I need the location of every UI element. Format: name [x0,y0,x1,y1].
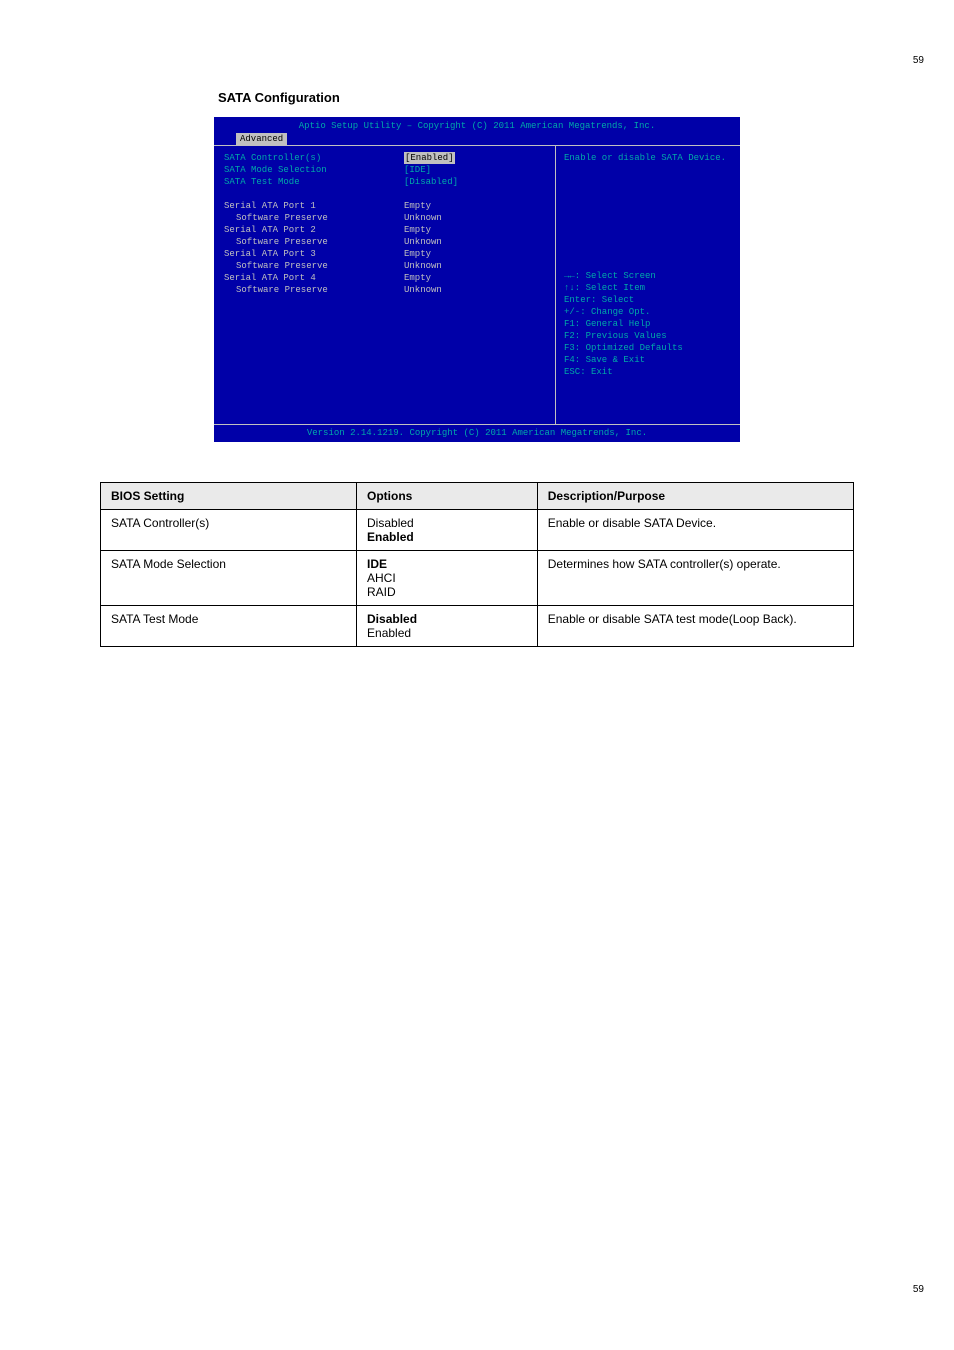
bios-nav-keys: →←: Select Screen↑↓: Select ItemEnter: S… [564,270,732,378]
bios-setting-label: Software Preserve [224,284,404,296]
cell-setting: SATA Controller(s) [101,510,357,551]
bios-setting-row: Software PreserveUnknown [224,284,545,296]
cell-options: DisabledEnabled [357,606,538,647]
bios-setting-label: SATA Controller(s) [224,152,404,164]
bios-screenshot: Aptio Setup Utility – Copyright (C) 2011… [214,117,740,442]
bios-setting-label: Software Preserve [224,260,404,272]
bios-setting-label: Serial ATA Port 3 [224,248,404,260]
bios-title: Aptio Setup Utility – Copyright (C) 2011… [214,119,740,133]
bios-setting-label: Software Preserve [224,212,404,224]
bios-header: Aptio Setup Utility – Copyright (C) 2011… [214,117,740,145]
bios-setting-row: SATA Mode Selection[IDE] [224,164,545,176]
header-description: Description/Purpose [537,483,853,510]
bios-help-text: Enable or disable SATA Device. [564,152,732,164]
header-options: Options [357,483,538,510]
bios-setting-value: Empty [404,224,431,236]
bios-setting-value: Empty [404,248,431,260]
bios-nav-key: +/-: Change Opt. [564,306,732,318]
bios-footer: Version 2.14.1219. Copyright (C) 2011 Am… [214,425,740,442]
bios-setting-value: Unknown [404,284,442,296]
bios-setting-value: Unknown [404,236,442,248]
bios-setting-label: Serial ATA Port 2 [224,224,404,236]
bios-setting-row: Software PreserveUnknown [224,260,545,272]
bios-setting-label: SATA Mode Selection [224,164,404,176]
bios-nav-key: ↑↓: Select Item [564,282,732,294]
bios-setting-value: Empty [404,272,431,284]
section-heading: SATA Configuration [100,90,854,105]
page-number-bottom: 59 [913,1284,924,1295]
page-content: SATA Configuration Aptio Setup Utility –… [0,0,954,647]
bios-tabs: Advanced [214,133,740,145]
bios-settings-panel: SATA Controller(s)[Enabled]SATA Mode Sel… [214,146,555,424]
bios-help-panel: Enable or disable SATA Device. →←: Selec… [555,146,740,424]
bios-setting-value: Unknown [404,212,442,224]
bios-nav-key: F1: General Help [564,318,732,330]
settings-table: BIOS Setting Options Description/Purpose… [100,482,854,647]
cell-description: Enable or disable SATA Device. [537,510,853,551]
bios-setting-value: [Disabled] [404,176,458,188]
bios-body: SATA Controller(s)[Enabled]SATA Mode Sel… [214,145,740,425]
bios-nav-key: Enter: Select [564,294,732,306]
bios-setting-label: Software Preserve [224,236,404,248]
bios-setting-row: Serial ATA Port 4Empty [224,272,545,284]
cell-setting: SATA Test Mode [101,606,357,647]
bios-setting-label: Serial ATA Port 1 [224,200,404,212]
cell-options: IDEAHCIRAID [357,551,538,606]
table-row: SATA Mode SelectionIDEAHCIRAIDDetermines… [101,551,854,606]
cell-options: DisabledEnabled [357,510,538,551]
bios-setting-value: Unknown [404,260,442,272]
bios-nav-key: F3: Optimized Defaults [564,342,732,354]
bios-setting-label: Serial ATA Port 4 [224,272,404,284]
bios-setting-value: [IDE] [404,164,431,176]
bios-setting-row: Software PreserveUnknown [224,236,545,248]
bios-nav-key: F4: Save & Exit [564,354,732,366]
bios-setting-row: Software PreserveUnknown [224,212,545,224]
bios-setting-value: [Enabled] [404,152,455,164]
bios-nav-key: ESC: Exit [564,366,732,378]
bios-setting-value: Empty [404,200,431,212]
bios-setting-row: Serial ATA Port 3Empty [224,248,545,260]
header-bios-setting: BIOS Setting [101,483,357,510]
cell-setting: SATA Mode Selection [101,551,357,606]
cell-description: Enable or disable SATA test mode(Loop Ba… [537,606,853,647]
page-number-top: 59 [913,55,924,66]
bios-setting-row: Serial ATA Port 1Empty [224,200,545,212]
table-row: SATA Test ModeDisabledEnabledEnable or d… [101,606,854,647]
table-header-row: BIOS Setting Options Description/Purpose [101,483,854,510]
cell-description: Determines how SATA controller(s) operat… [537,551,853,606]
bios-tab-advanced: Advanced [236,133,287,145]
table-row: SATA Controller(s)DisabledEnabledEnable … [101,510,854,551]
bios-setting-label: SATA Test Mode [224,176,404,188]
bios-setting-row: SATA Test Mode[Disabled] [224,176,545,188]
bios-setting-row: Serial ATA Port 2Empty [224,224,545,236]
bios-nav-key: →←: Select Screen [564,270,732,282]
bios-setting-row: SATA Controller(s)[Enabled] [224,152,545,164]
bios-nav-key: F2: Previous Values [564,330,732,342]
